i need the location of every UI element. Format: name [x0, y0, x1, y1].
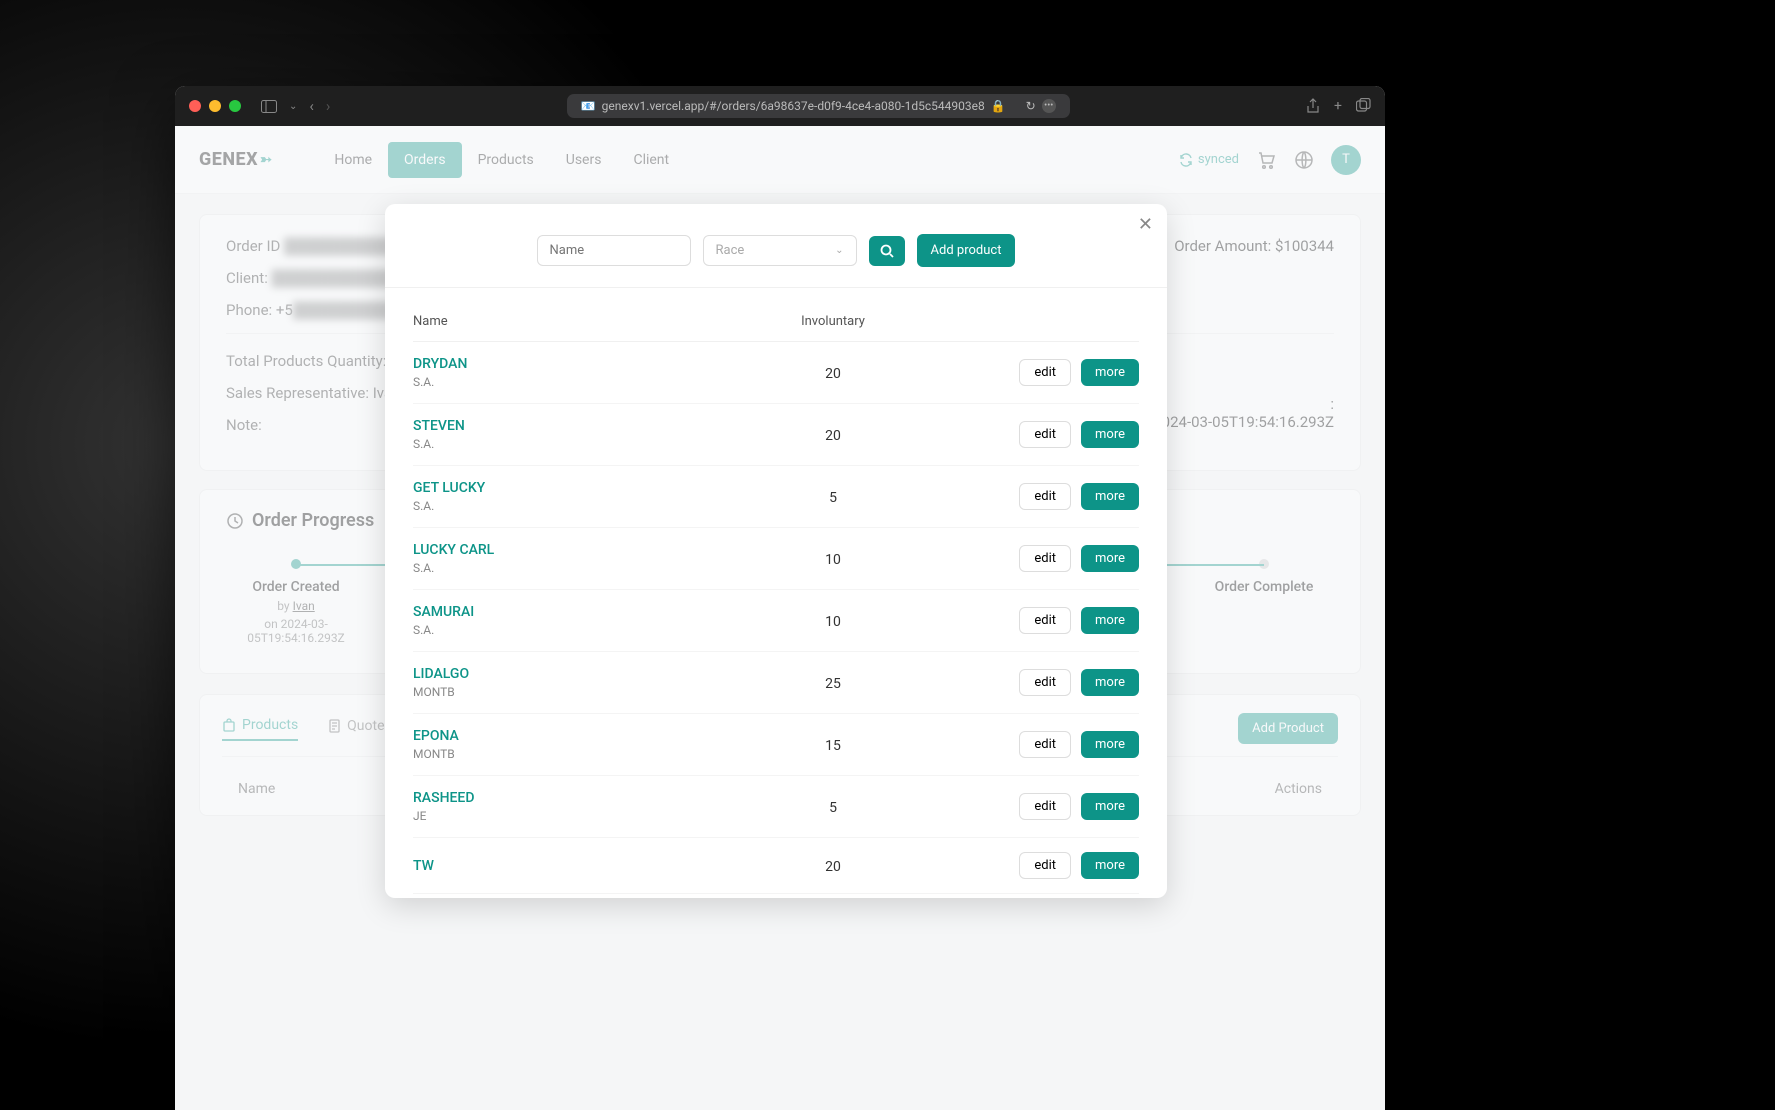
lock-icon: 🔒 [991, 99, 1006, 113]
involuntary-value: 15 [825, 738, 841, 754]
involuntary-value: 20 [825, 859, 841, 875]
edit-button[interactable]: edit [1019, 359, 1071, 386]
product-sub: S.A. [413, 499, 773, 513]
product-sub: S.A. [413, 623, 773, 637]
more-button[interactable]: more [1081, 483, 1139, 510]
tabs-icon[interactable] [1356, 98, 1371, 114]
more-button[interactable]: more [1081, 669, 1139, 696]
chevron-down-icon[interactable]: ⌄ [289, 101, 297, 112]
modal-body: Name Involuntary DRYDANS.A.20editmoreSTE… [385, 288, 1167, 898]
table-row: DRYDAN S.A. 20 edit more [413, 342, 1139, 404]
new-tab-icon[interactable]: + [1334, 98, 1342, 114]
close-window-button[interactable] [189, 100, 201, 112]
involuntary-value: 20 [825, 366, 841, 382]
edit-button[interactable]: edit [1019, 483, 1071, 510]
titlebar-right-controls: + [1306, 98, 1371, 114]
more-button[interactable]: more [1081, 731, 1139, 758]
involuntary-value: 25 [825, 676, 841, 692]
more-button[interactable]: more [1081, 545, 1139, 572]
more-button[interactable]: more [1081, 852, 1139, 879]
edit-button[interactable]: edit [1019, 421, 1071, 448]
search-button[interactable] [869, 236, 905, 266]
product-name-link[interactable]: GET LUCKY [413, 480, 773, 496]
product-sub: MONTB [413, 685, 773, 699]
table-row: LUCKY CARL S.A. 10 edit more [413, 528, 1139, 590]
table-row: SAMURAI S.A. 10 edit more [413, 590, 1139, 652]
url-bar-container: 📧 genexv1.vercel.app/#/orders/6a98637e-d… [338, 94, 1298, 118]
race-select[interactable]: Race ⌄ [703, 235, 857, 266]
product-sub: MONTB [413, 747, 773, 761]
product-name-link[interactable]: DRYDAN [413, 356, 773, 372]
more-button[interactable]: more [1081, 421, 1139, 448]
table-row: TW 20 edit more [413, 838, 1139, 894]
edit-button[interactable]: edit [1019, 669, 1071, 696]
table-row: GET LUCKY S.A. 5 edit more [413, 466, 1139, 528]
more-button[interactable]: more [1081, 607, 1139, 634]
table-row: EPONA MONTB 15 edit more [413, 714, 1139, 776]
product-name-link[interactable]: TW [413, 858, 773, 874]
more-icon[interactable]: ••• [1042, 99, 1056, 113]
browser-titlebar: ⌄ ‹ › 📧 genexv1.vercel.app/#/orders/6a98… [175, 86, 1385, 126]
product-name-link[interactable]: RASHEED [413, 790, 773, 806]
product-name-link[interactable]: LIDALGO [413, 666, 773, 682]
chevron-down-icon: ⌄ [835, 245, 843, 256]
product-sub: S.A. [413, 375, 773, 389]
product-name-link[interactable]: SAMURAI [413, 604, 773, 620]
forward-button[interactable]: › [326, 97, 331, 115]
name-input[interactable] [537, 235, 691, 266]
maximize-window-button[interactable] [229, 100, 241, 112]
more-button[interactable]: more [1081, 359, 1139, 386]
url-bar[interactable]: 📧 genexv1.vercel.app/#/orders/6a98637e-d… [567, 94, 1070, 118]
browser-window: ⌄ ‹ › 📧 genexv1.vercel.app/#/orders/6a98… [175, 86, 1385, 1110]
modal-table-header: Name Involuntary [413, 302, 1139, 342]
share-icon[interactable] [1306, 98, 1320, 114]
back-button[interactable]: ‹ [309, 97, 314, 115]
involuntary-value: 20 [825, 428, 841, 444]
involuntary-value: 5 [829, 490, 837, 506]
edit-button[interactable]: edit [1019, 545, 1071, 572]
window-controls [189, 100, 241, 112]
more-button[interactable]: more [1081, 793, 1139, 820]
minimize-window-button[interactable] [209, 100, 221, 112]
table-row: LIDALGO MONTB 25 edit more [413, 652, 1139, 714]
edit-button[interactable]: edit [1019, 731, 1071, 758]
edit-button[interactable]: edit [1019, 793, 1071, 820]
add-product-modal: ✕ Race ⌄ Add product Name Involuntary DR… [385, 204, 1167, 898]
search-icon [880, 244, 894, 258]
reload-icon[interactable]: ↻ [1026, 99, 1036, 113]
involuntary-value: 10 [825, 552, 841, 568]
edit-button[interactable]: edit [1019, 607, 1071, 634]
product-sub: S.A. [413, 561, 773, 575]
close-icon[interactable]: ✕ [1138, 214, 1153, 235]
table-row: STEVEN S.A. 20 edit more [413, 404, 1139, 466]
titlebar-left-controls: ⌄ ‹ › [261, 97, 330, 115]
product-sub: JE [413, 809, 773, 823]
modal-header: Race ⌄ Add product [385, 204, 1167, 288]
add-product-modal-button[interactable]: Add product [917, 234, 1016, 267]
url-text: genexv1.vercel.app/#/orders/6a98637e-d0f… [602, 99, 985, 113]
sidebar-icon[interactable] [261, 100, 277, 113]
involuntary-value: 5 [829, 800, 837, 816]
involuntary-value: 10 [825, 614, 841, 630]
site-icon: 📧 [581, 99, 596, 113]
product-name-link[interactable]: EPONA [413, 728, 773, 744]
edit-button[interactable]: edit [1019, 852, 1071, 879]
product-name-link[interactable]: STEVEN [413, 418, 773, 434]
product-name-link[interactable]: LUCKY CARL [413, 542, 773, 558]
table-row: RASHEED JE 5 edit more [413, 776, 1139, 838]
product-sub: S.A. [413, 437, 773, 451]
